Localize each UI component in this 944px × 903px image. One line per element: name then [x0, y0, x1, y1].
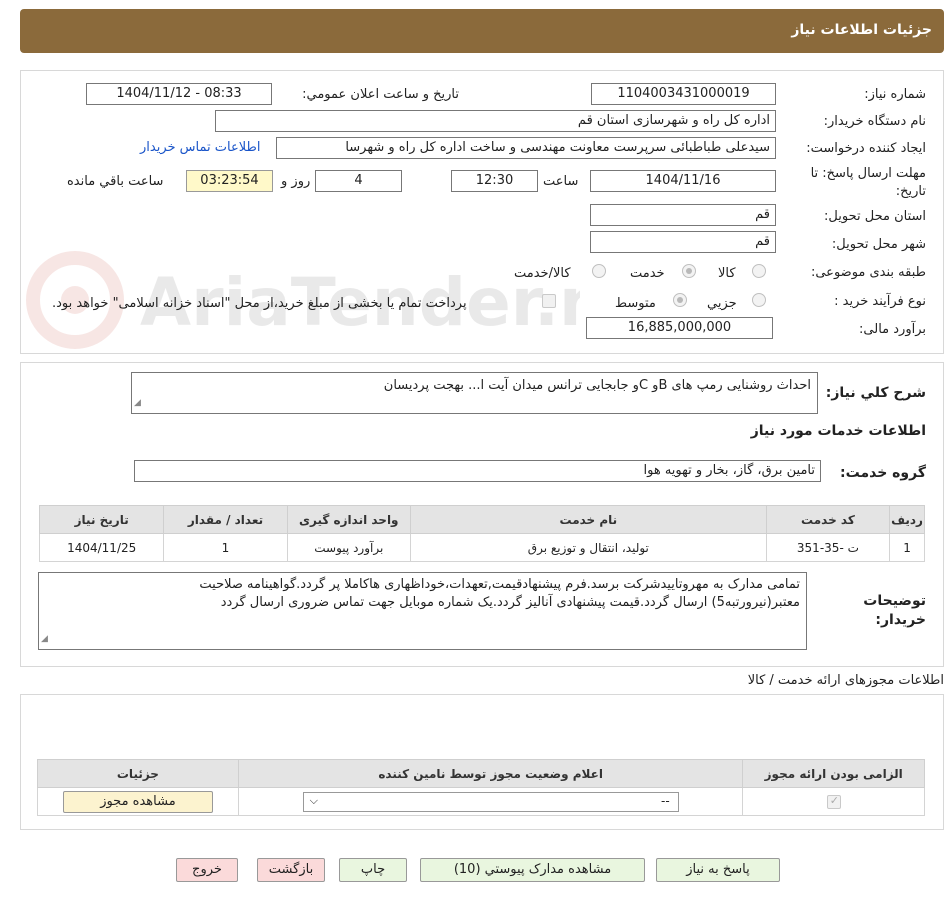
category-option-goods: کالا [718, 266, 736, 281]
cell-unit: برآورد پیوست [286, 533, 411, 562]
process-option-medium: متوسط [615, 296, 656, 311]
days-field: 4 [315, 170, 402, 192]
treasury-payment-checkbox[interactable] [542, 294, 556, 308]
process-radio-medium[interactable] [673, 293, 687, 307]
col-permit-required: الزامی بودن ارائه مجوز [742, 759, 925, 788]
category-option-service: خدمت [630, 266, 665, 281]
process-option-minor: جزيي [707, 296, 737, 311]
back-button[interactable]: بازگشت [257, 858, 325, 882]
buyer-contact-link[interactable]: اطلاعات تماس خريدار [140, 140, 260, 155]
summary-label: شرح کلي نياز: [825, 385, 926, 401]
permit-required-checkbox: ✓ [826, 793, 841, 809]
print-button[interactable]: چاپ [339, 858, 407, 882]
city-label: شهر محل تحویل: [831, 237, 926, 252]
col-unit: واحد اندازه گيری [286, 505, 411, 534]
exit-button[interactable]: خروج [176, 858, 238, 882]
requester-label: ايجاد کننده درخواست: [806, 141, 926, 156]
col-permit-details: جزئیات [37, 759, 239, 788]
cell-row: 1 [889, 533, 925, 562]
deadline-time-field: 12:30 [451, 170, 538, 192]
need-number-field: 1104003431000019 [591, 83, 776, 105]
process-radio-minor[interactable] [752, 293, 766, 307]
buyer-org-field: اداره کل راه و شهرسازی استان قم [215, 110, 776, 132]
budget-label: برآورد مالی: [859, 322, 926, 337]
deadline-time-label: ساعت [543, 174, 579, 189]
permits-table-header: الزامی بودن ارائه مجوز اعلام وضعیت مجوز … [37, 759, 925, 788]
reply-to-need-button[interactable]: پاسخ به نياز [656, 858, 780, 882]
resize-handle-icon: ◢ [41, 634, 48, 644]
treasury-payment-note: پرداخت تمام يا بخشی از مبلغ خريد،از محل … [52, 296, 467, 311]
buyer-notes-field: تمامی مدارک به مهروتاییدشرکت برسد.فرم پی… [38, 572, 807, 650]
view-permit-button[interactable]: مشاهده مجوز [62, 790, 213, 813]
col-service-code: کد خدمت [765, 505, 891, 534]
category-radio-goods-service[interactable] [592, 264, 606, 278]
permit-status-select[interactable]: -- ⌵ [302, 791, 679, 812]
budget-field: 16,885,000,000 [586, 317, 773, 339]
check-icon: ✓ [829, 793, 839, 807]
requester-field: سیدعلی طباطبائی سرپرست معاونت مهندسی و س… [276, 137, 776, 159]
col-row: رديف [889, 505, 925, 534]
announce-date-field: 1404/11/12 - 08:33 [86, 83, 272, 105]
remaining-time-label: ساعت باقي مانده [67, 174, 164, 189]
category-label: طبقه بندی موضوعی: [810, 265, 926, 280]
permit-status-value: -- [660, 793, 670, 808]
permits-table: الزامی بودن ارائه مجوز اعلام وضعیت مجوز … [37, 759, 925, 816]
services-section-title: اطلاعات خدمات مورد نياز [750, 423, 926, 439]
cell-service-code: ت -35-351 [765, 533, 891, 562]
buyer-notes-label-2: خريدار: [875, 612, 926, 628]
buyer-org-label: نام دستگاه خريدار: [823, 114, 926, 129]
resize-handle-icon: ◢ [134, 398, 141, 408]
chevron-down-icon: ⌵ [309, 793, 318, 807]
col-service-name: نام خدمت [409, 505, 767, 534]
service-group-field: تامين برق، گاز، بخار و تهويه هوا [134, 460, 821, 482]
city-field: قم [590, 231, 776, 253]
services-table-header: رديف کد خدمت نام خدمت واحد اندازه گيری ت… [38, 505, 925, 534]
summary-text: احداث روشنایی رمپ های Bو Cو جابجایی تران… [383, 378, 811, 393]
col-need-date: تاريخ نياز [38, 505, 165, 534]
view-attachments-button[interactable]: مشاهده مدارک پيوستي (10) [420, 858, 645, 882]
service-group-label: گروه خدمت: [840, 465, 926, 481]
table-row: 1 ت -35-351 توليد، انتقال و توزيع برق بر… [38, 533, 925, 562]
cell-service-name: توليد، انتقال و توزيع برق [409, 533, 767, 562]
category-radio-goods[interactable] [752, 264, 766, 278]
summary-field: احداث روشنایی رمپ های Bو Cو جابجایی تران… [131, 372, 818, 414]
remaining-time-field: 03:23:54 [186, 170, 273, 192]
cell-need-date: 1404/11/25 [38, 533, 165, 562]
permits-section-title: اطلاعات مجوزهای ارائه خدمت / کالا [747, 673, 944, 688]
need-number-label: شماره نیاز: [864, 87, 926, 102]
deadline-date-field: 1404/11/16 [590, 170, 776, 192]
category-radio-service[interactable] [682, 264, 696, 278]
deadline-label-date: تاریخ: [895, 184, 926, 199]
buyer-notes-label: توضيحات [863, 593, 926, 609]
deadline-label: مهلت ارسال پاسخ: تا [810, 166, 926, 181]
province-label: استان محل تحویل: [824, 209, 926, 224]
page-title: جزئیات اطلاعات نیاز [791, 22, 932, 38]
page-header: جزئیات اطلاعات نیاز [20, 9, 944, 53]
announce-date-label: تاریخ و ساعت اعلان عمومي: [302, 87, 459, 102]
col-permit-status: اعلام وضعیت مجوز توسط نامین کننده [237, 759, 744, 788]
buyer-notes-line-1: تمامی مدارک به مهروتاییدشرکت برسد.فرم پی… [199, 577, 800, 592]
buyer-notes-line-2: معتبر(نیرورتبه5) ارسال گردد.قیمت پیشنهاد… [220, 595, 800, 610]
days-label: روز و [281, 174, 311, 189]
cell-quantity: 1 [163, 533, 288, 562]
col-quantity: تعداد / مقدار [163, 505, 288, 534]
process-label: نوع فرآیند خرید : [834, 294, 926, 309]
province-field: قم [590, 204, 776, 226]
table-row: ✓ -- ⌵ مشاهده مجوز [37, 787, 925, 816]
category-option-goods-service: کالا/خدمت [514, 266, 571, 281]
services-table: رديف کد خدمت نام خدمت واحد اندازه گيری ت… [38, 505, 925, 562]
